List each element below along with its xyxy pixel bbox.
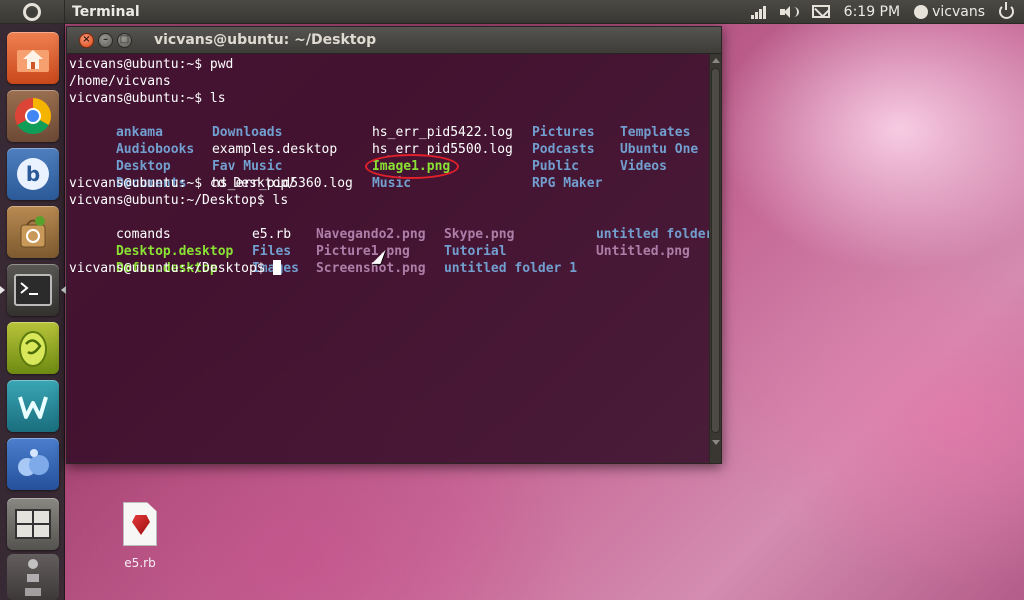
ls-entry: Fav Music: [211, 159, 283, 174]
terminal-scrollbar[interactable]: [709, 54, 721, 463]
launcher-trash-stack[interactable]: [7, 554, 59, 600]
ls-entry: hs_err_pid5422.log: [371, 125, 513, 140]
minimize-button[interactable]: –: [98, 32, 113, 48]
ls-entry: Navegando2.png: [315, 227, 426, 242]
ls-row: comands e5.rb Navegando2.png Skype.png untit…: [69, 209, 721, 242]
launcher-software-center[interactable]: [7, 206, 59, 258]
ruby-file-icon: [123, 502, 157, 546]
b-app-icon: b: [17, 158, 49, 190]
chrome-icon: [14, 98, 52, 135]
ls-entry: untitled folder2: [595, 227, 722, 242]
software-center-icon: [20, 216, 46, 248]
launcher-workspace-switcher[interactable]: [7, 498, 59, 550]
red-circle-highlight: Image1.png: [364, 154, 460, 179]
network-signal-icon: [750, 5, 766, 19]
w-app-icon: [18, 396, 48, 419]
ubuntu-dash-button[interactable]: [0, 0, 65, 24]
ls-entry: RPG Maker: [531, 176, 603, 191]
ls-entry: Tutorial: [443, 244, 507, 259]
home-folder-icon: [17, 50, 49, 72]
power-icon: [999, 2, 1014, 19]
desktop-file-e5-rb[interactable]: e5.rb: [85, 502, 195, 570]
user-indicator[interactable]: vicvans: [914, 4, 985, 20]
terminal-line: /home/vicvans: [69, 74, 171, 89]
mail-icon: [811, 5, 830, 18]
minimize-icon: –: [103, 34, 108, 45]
window-title: vicvans@ubuntu: ~/Desktop: [154, 32, 377, 48]
stacked-icons-icon: [25, 559, 41, 596]
ls-entry: Skype.png: [443, 227, 515, 242]
launcher-terminal[interactable]: [0, 264, 66, 316]
close-button[interactable]: ×: [79, 32, 94, 48]
volume-indicator[interactable]: [779, 5, 799, 19]
messaging-indicator[interactable]: [811, 5, 830, 18]
indicator-area: 6:19 PM vicvans: [737, 0, 1024, 24]
launcher-app-b[interactable]: b: [7, 148, 59, 200]
scrollbar-thumb[interactable]: [711, 68, 720, 433]
maximize-button[interactable]: □: [117, 32, 132, 48]
clock-indicator[interactable]: 6:19 PM: [844, 4, 900, 20]
ls-entry: Untitled.png: [595, 244, 690, 259]
ls-entry: Files: [251, 244, 292, 259]
ls-entry: Templates: [619, 125, 691, 140]
terminal-line: vicvans@ubuntu:~/Desktop$ ls: [69, 193, 289, 208]
terminal-icon: [14, 274, 52, 306]
launcher-app-w[interactable]: [7, 380, 59, 432]
ls-entry: Public: [531, 159, 579, 174]
session-indicator[interactable]: [999, 2, 1014, 19]
ls-row: ankama Downloads hs_err_pid5422.log Picture…: [69, 107, 721, 140]
running-indicator: [0, 286, 5, 294]
ls-entry: untitled folder 1: [443, 261, 578, 276]
window-titlebar[interactable]: × – □ vicvans@ubuntu: ~/Desktop: [67, 27, 721, 54]
close-icon: ×: [82, 34, 91, 45]
ls-entry: Desktop: [115, 159, 171, 174]
desktop-icon-label: e5.rb: [124, 556, 156, 570]
unity-launcher: b: [0, 24, 66, 600]
ls-entry: Videos: [619, 159, 667, 174]
svg-text:b: b: [26, 162, 40, 186]
active-app-title: Terminal: [72, 3, 140, 20]
volume-icon: [779, 5, 799, 19]
ls-entry: examples.desktop: [211, 142, 338, 157]
ls-entry: Desktop.desktop: [115, 244, 234, 259]
scroll-up-icon[interactable]: [712, 58, 720, 63]
terminal-line: vicvans@ubuntu:~$ pwd: [69, 57, 234, 72]
top-panel: Terminal 6:19 PM vicvans: [0, 0, 1024, 24]
launcher-home-folder[interactable]: [7, 32, 59, 84]
ls-entry: Podcasts: [531, 142, 595, 157]
ls-entry: e5.rb: [251, 227, 292, 242]
ls-entry: Ubuntu One: [619, 142, 699, 157]
maximize-icon: □: [119, 34, 130, 45]
launcher-app-blue[interactable]: [7, 438, 59, 490]
ls-entry: ankama: [115, 125, 163, 140]
terminal-output[interactable]: vicvans@ubuntu:~$ pwd /home/vicvans vicv…: [67, 54, 721, 463]
ls-entry-highlighted: Image1.png: [364, 154, 532, 179]
ls-entry: Downloads: [211, 125, 283, 140]
terminal-line: vicvans@ubuntu:~$ ls: [69, 91, 226, 106]
terminal-window[interactable]: × – □ vicvans@ubuntu: ~/Desktop vicvans@…: [66, 26, 722, 464]
launcher-app-egg[interactable]: [7, 322, 59, 374]
launcher-chromium[interactable]: [7, 90, 59, 142]
ls-entry: Pictures: [531, 125, 595, 140]
user-name: vicvans: [932, 3, 985, 20]
egg-app-icon: [19, 331, 47, 367]
ls-entry: comands: [115, 227, 171, 242]
user-status-icon: [914, 4, 929, 19]
terminal-prompt: vicvans@ubuntu:~/Desktop$: [69, 261, 273, 276]
text-cursor: [272, 260, 281, 275]
workspace-switcher-icon: [15, 509, 51, 539]
clock-time: 6:19 PM: [843, 3, 901, 20]
ls-entry: Audiobooks: [115, 142, 195, 157]
blue-app-icon: [18, 449, 49, 476]
network-indicator[interactable]: [750, 5, 766, 19]
ubuntu-logo-icon: [23, 2, 41, 21]
scroll-down-icon[interactable]: [712, 440, 720, 445]
